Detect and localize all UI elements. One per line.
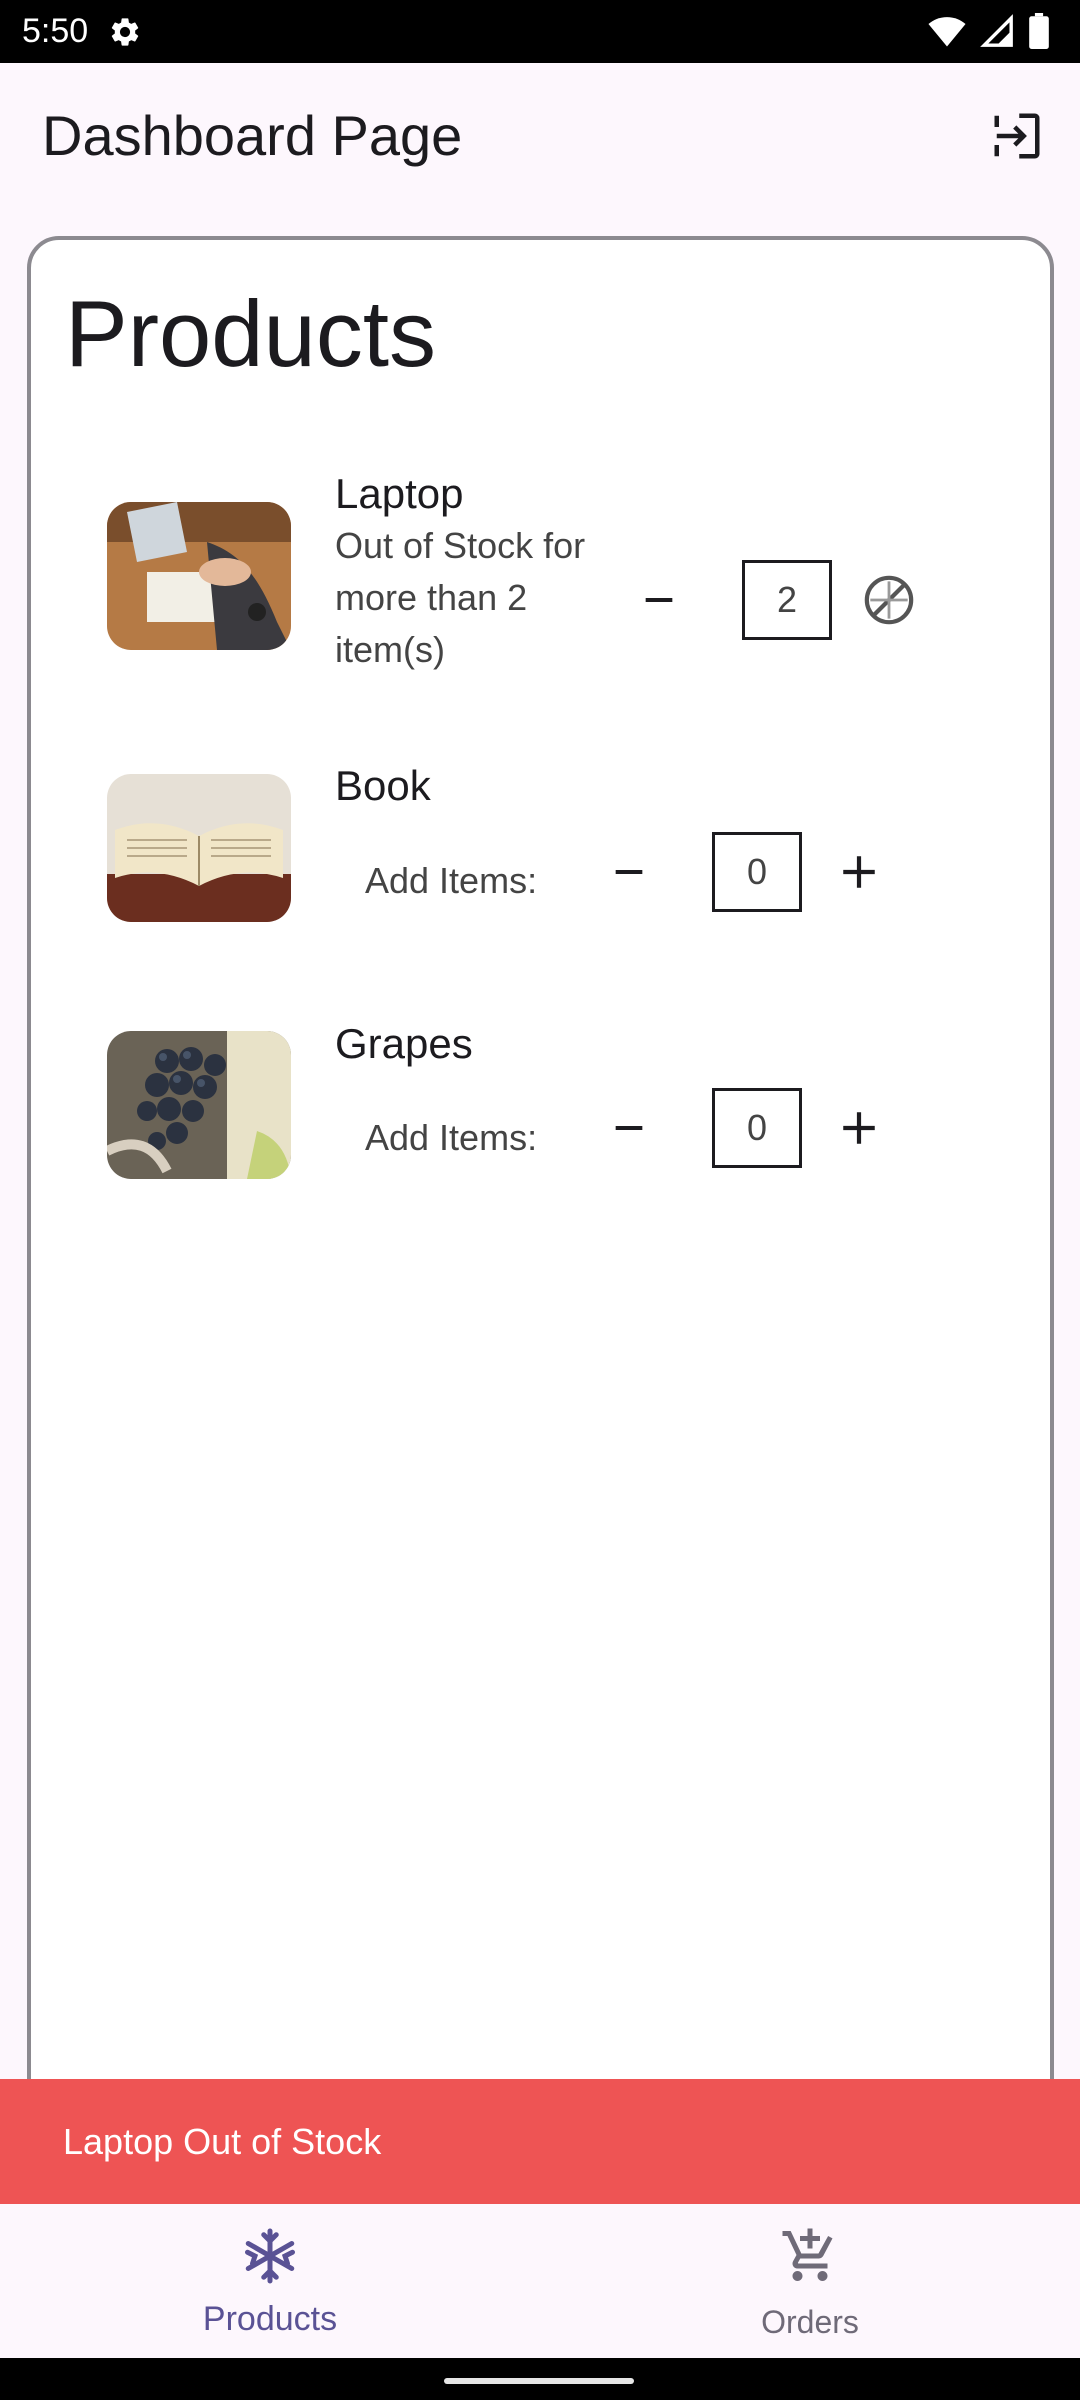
minus-icon	[645, 598, 673, 602]
nav-item-products[interactable]: Products	[0, 2204, 540, 2358]
add-items-label: Add Items:	[365, 1117, 538, 1158]
snackbar-message: Laptop Out of Stock	[63, 2121, 382, 2162]
status-indicators	[928, 13, 1050, 49]
out-of-stock-note: Out of Stock for more than 2 item(s)	[335, 525, 586, 670]
bottom-navigation: Products Orders	[0, 2204, 1080, 2358]
page-title: Dashboard Page	[42, 104, 463, 167]
decrement-button[interactable]	[599, 842, 659, 902]
add-disabled-button[interactable]	[859, 570, 919, 630]
plus-icon	[843, 1112, 875, 1144]
block-icon	[864, 575, 914, 625]
minus-icon	[615, 870, 643, 874]
add-items-label: Add Items:	[365, 860, 538, 901]
logout-button[interactable]	[988, 107, 1046, 165]
plus-icon	[843, 856, 875, 888]
status-time: 5:50	[22, 12, 89, 50]
home-gesture-handle[interactable]	[444, 2378, 634, 2384]
cellular-signal-icon	[980, 14, 1013, 47]
increment-button[interactable]	[829, 842, 889, 902]
app-bar: Dashboard Page	[0, 63, 1080, 208]
snowflake-icon	[245, 2228, 295, 2284]
quantity-field[interactable]: 2	[742, 560, 832, 640]
logout-icon	[994, 113, 1040, 159]
nav-label: Products	[202, 2300, 338, 2338]
system-navigation-bar	[0, 2358, 1080, 2400]
decrement-button[interactable]	[599, 1098, 659, 1158]
settings-gear-icon	[111, 18, 139, 46]
minus-icon	[615, 1126, 643, 1130]
increment-button[interactable]	[829, 1098, 889, 1158]
product-name: Grapes	[335, 1020, 473, 1067]
quantity-field[interactable]: 0	[712, 1088, 802, 1168]
book-image	[107, 774, 291, 922]
nav-label: Orders	[761, 2304, 859, 2340]
product-name: Laptop	[335, 470, 464, 517]
products-heading: Products	[65, 281, 436, 386]
laptop-image	[107, 502, 291, 650]
grapes-image	[107, 1031, 291, 1179]
decrement-button[interactable]	[629, 570, 689, 630]
nav-item-orders[interactable]: Orders	[540, 2204, 1080, 2358]
battery-icon	[1029, 13, 1049, 49]
cart-add-icon	[782, 2228, 833, 2281]
snackbar: Laptop Out of Stock	[0, 2079, 1080, 2204]
wifi-icon	[928, 17, 966, 47]
quantity-field[interactable]: 0	[712, 832, 802, 912]
status-bar: 5:50	[0, 0, 1080, 63]
products-card: Products Laptop Out of Stock for more th…	[27, 236, 1054, 2136]
product-name: Book	[335, 762, 431, 809]
